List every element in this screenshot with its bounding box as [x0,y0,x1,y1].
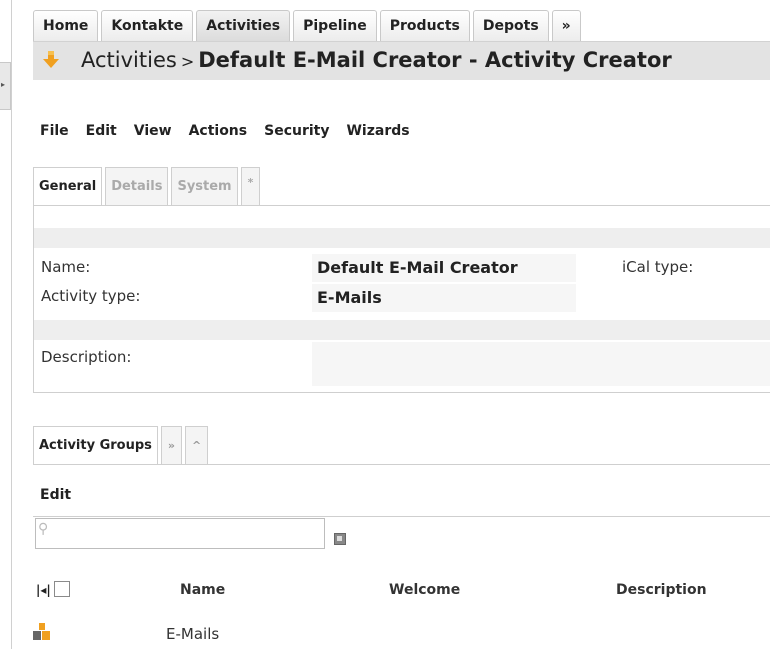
tab-pipeline[interactable]: Pipeline [293,10,377,41]
select-all-checkbox[interactable] [54,581,70,597]
tab-more[interactable]: » [551,10,581,41]
activity-arrow-icon [43,51,59,68]
column-header-description[interactable]: Description [616,582,707,598]
menu-wizards[interactable]: Wizards [346,123,409,139]
detail-tabs: General Details System * [33,167,261,205]
activity-type-label: Activity type: [41,287,141,305]
breadcrumb-separator: > [180,52,195,71]
chevron-right-icon: ▸ [1,80,6,89]
activity-group-icon [33,623,50,640]
menu-view[interactable]: View [134,123,172,139]
tab-activity-groups[interactable]: Activity Groups [33,426,158,464]
left-rail: ▸ [0,0,12,649]
page-title: Activities > Default E-Mail Creator - Acti… [81,48,672,72]
menu-security[interactable]: Security [264,123,329,139]
description-value-box [312,342,770,386]
general-panel: Name: Default E-Mail Creator iCal type: … [33,205,770,393]
tab-general[interactable]: General [33,167,103,205]
tab-activities[interactable]: Activities [196,10,291,41]
divider [33,464,770,465]
tab-groups-collapse[interactable]: ^ [185,426,209,464]
sidebar-toggle[interactable]: ▸ [0,62,11,110]
column-picker-icon[interactable]: |◂| [36,583,51,597]
group-row-name[interactable]: E-Mails [166,625,219,643]
tab-star[interactable]: * [240,167,261,205]
tab-products[interactable]: Products [379,10,470,41]
search-icon: ⚲ [38,521,49,537]
name-label: Name: [41,258,91,276]
section-divider [34,320,770,340]
description-label: Description: [41,348,132,366]
name-value: Default E-Mail Creator [317,258,518,277]
menu-actions[interactable]: Actions [189,123,248,139]
tab-home[interactable]: Home [33,10,99,41]
main-navigation: Home Kontakte Activities Pipeline Produc… [33,10,581,41]
menu-bar: File Edit View Actions Security Wizards [40,123,410,139]
column-header-welcome[interactable]: Welcome [389,582,460,598]
breadcrumb-activities[interactable]: Activities [81,48,177,72]
tab-groups-more[interactable]: » [160,426,183,464]
groups-search-box: ⚲ [35,518,325,549]
menu-file[interactable]: File [40,123,69,139]
tab-depots[interactable]: Depots [472,10,549,41]
search-options-icon[interactable] [334,533,346,545]
tab-kontakte[interactable]: Kontakte [101,10,194,41]
tab-system[interactable]: System [171,167,238,205]
activity-groups-tabs: Activity Groups » ^ [33,426,209,464]
tab-details[interactable]: Details [105,167,169,205]
object-title: Default E-Mail Creator - Activity Creato… [198,48,672,72]
activity-type-value: E-Mails [317,288,382,307]
groups-edit-menu[interactable]: Edit [40,487,71,503]
page-header: Activities > Default E-Mail Creator - Acti… [33,41,770,80]
ical-type-label: iCal type: [622,258,694,276]
column-header-name[interactable]: Name [180,582,225,598]
divider [33,516,770,517]
section-divider [34,228,770,248]
search-input[interactable] [56,523,320,540]
menu-edit[interactable]: Edit [86,123,117,139]
